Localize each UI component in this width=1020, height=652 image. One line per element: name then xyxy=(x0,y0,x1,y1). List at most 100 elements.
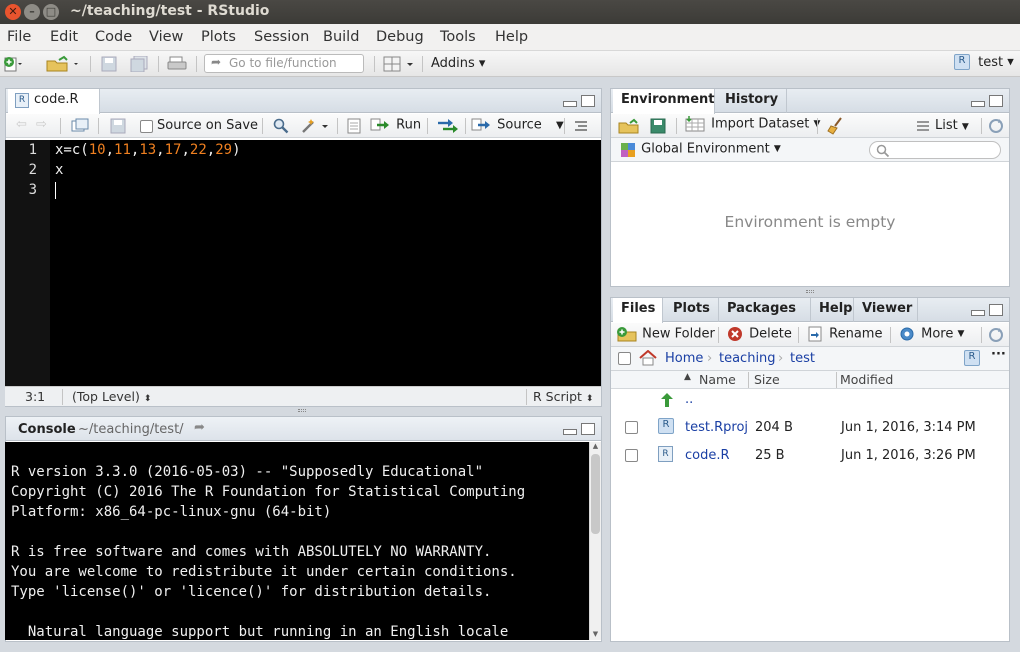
menu-plots[interactable]: Plots xyxy=(201,29,236,45)
code-line-2: x xyxy=(55,162,64,178)
column-size[interactable]: Size xyxy=(754,372,780,387)
menu-code[interactable]: Code xyxy=(95,29,132,45)
table-row[interactable]: R code.R 25 B Jun 1, 2016, 3:26 PM xyxy=(612,445,1009,473)
workspace-panes-icon[interactable] xyxy=(383,55,417,73)
more-menu-button[interactable]: More ▼ xyxy=(899,326,964,342)
go-to-directory-icon[interactable]: ➦ xyxy=(194,420,205,435)
filetype-selector[interactable]: R Script ⬍ xyxy=(533,389,593,404)
minimize-pane-icon[interactable] xyxy=(563,101,577,107)
menu-build[interactable]: Build xyxy=(323,29,359,45)
menu-help[interactable]: Help xyxy=(495,29,528,45)
code-editor[interactable]: 1 2 3 x=c(10,11,13,17,22,29) x xyxy=(5,140,601,387)
new-folder-button[interactable]: New Folder xyxy=(616,326,715,342)
row-checkbox[interactable] xyxy=(625,421,638,434)
tab-history[interactable]: History xyxy=(717,89,787,113)
menu-file[interactable]: File xyxy=(7,29,31,45)
source-button[interactable]: Source ▼ xyxy=(471,116,564,136)
list-view-selector[interactable]: List ▼ xyxy=(935,118,969,133)
new-file-icon[interactable] xyxy=(2,55,24,73)
open-file-icon[interactable] xyxy=(45,55,81,73)
menu-tools[interactable]: Tools xyxy=(440,29,476,45)
show-in-window-icon[interactable] xyxy=(70,117,90,135)
scrollbar-thumb[interactable] xyxy=(591,454,600,534)
pane-splitter-grip[interactable] xyxy=(298,409,306,412)
project-icon: R xyxy=(954,54,970,70)
more-path-icon[interactable]: ··· xyxy=(991,347,1006,362)
goto-file-input[interactable]: ➦ Go to file/function xyxy=(204,54,364,73)
minimize-pane-icon[interactable] xyxy=(971,101,985,107)
save-file-icon[interactable] xyxy=(109,118,127,134)
save-workspace-icon[interactable] xyxy=(649,118,667,134)
clear-workspace-broom-icon[interactable] xyxy=(826,117,846,135)
scroll-down-icon[interactable]: ▼ xyxy=(590,630,601,640)
environment-tabbar: Environment History xyxy=(611,89,1009,114)
row-checkbox[interactable] xyxy=(625,449,638,462)
menu-debug[interactable]: Debug xyxy=(376,29,424,45)
file-name-link[interactable]: code.R xyxy=(685,448,730,463)
tab-environment[interactable]: Environment xyxy=(613,89,715,114)
document-outline-icon[interactable] xyxy=(572,117,590,135)
import-dataset-button[interactable]: Import Dataset ▼ xyxy=(685,116,820,136)
minimize-window-icon[interactable]: – xyxy=(24,4,40,20)
close-window-icon[interactable]: ✕ xyxy=(5,4,21,20)
maximize-pane-icon[interactable] xyxy=(989,304,1003,316)
menu-view[interactable]: View xyxy=(149,29,183,45)
rename-button[interactable]: Rename xyxy=(807,326,882,342)
minimize-pane-icon[interactable] xyxy=(563,429,577,435)
parent-directory-link[interactable]: .. xyxy=(685,392,693,407)
scope-selector[interactable]: (Top Level) ⬍ xyxy=(72,389,151,404)
breadcrumb-teaching[interactable]: teaching xyxy=(719,351,776,366)
addins-button[interactable]: Addins ▾ xyxy=(431,56,485,71)
tab-help[interactable]: Help xyxy=(811,298,854,322)
tab-files[interactable]: Files xyxy=(613,298,663,323)
rerun-icon[interactable] xyxy=(434,117,460,135)
save-all-icon[interactable] xyxy=(130,55,150,73)
tab-viewer[interactable]: Viewer xyxy=(854,298,918,322)
environment-toolbar: Import Dataset ▼ List ▼ xyxy=(611,114,1009,138)
column-name[interactable]: Name xyxy=(699,372,736,387)
scroll-up-icon[interactable]: ▲ xyxy=(590,442,601,452)
refresh-icon[interactable] xyxy=(987,117,1005,135)
tab-packages[interactable]: Packages xyxy=(719,298,811,322)
maximize-pane-icon[interactable] xyxy=(581,423,595,435)
environment-search-input[interactable] xyxy=(869,141,1001,159)
file-name-link[interactable]: test.Rproj xyxy=(685,420,748,435)
minimize-pane-icon[interactable] xyxy=(971,310,985,316)
breadcrumb-home[interactable]: Home xyxy=(665,351,703,366)
list-item-parent-directory[interactable]: .. xyxy=(612,390,1009,418)
run-button[interactable]: Run xyxy=(370,116,421,136)
global-environment-selector[interactable]: Global Environment ▼ xyxy=(619,141,781,157)
maximize-pane-icon[interactable] xyxy=(989,95,1003,107)
console-output[interactable]: R version 3.3.0 (2016-05-03) -- "Suppose… xyxy=(5,442,589,640)
source-dropdown-icon[interactable]: ▼ xyxy=(556,120,564,131)
menu-edit[interactable]: Edit xyxy=(50,29,78,45)
up-arrow-icon xyxy=(661,393,673,407)
breadcrumb-test[interactable]: test xyxy=(790,351,815,366)
pane-splitter-grip[interactable] xyxy=(806,290,814,293)
project-menu[interactable]: R test ▾ xyxy=(954,54,1014,70)
maximize-window-icon[interactable]: □ xyxy=(43,4,59,20)
forward-icon[interactable]: ⇨ xyxy=(36,117,47,132)
tab-plots[interactable]: Plots xyxy=(665,298,719,322)
load-workspace-icon[interactable] xyxy=(617,117,641,135)
find-replace-icon[interactable] xyxy=(272,117,290,135)
column-modified[interactable]: Modified xyxy=(840,372,893,387)
console-scrollbar[interactable]: ▲ ▼ xyxy=(589,442,601,640)
code-tools-icon[interactable] xyxy=(300,117,330,135)
search-icon xyxy=(876,144,890,158)
go-to-project-dir-icon[interactable]: R xyxy=(964,350,980,366)
menu-session[interactable]: Session xyxy=(254,29,309,45)
table-row[interactable]: R test.Rproj 204 B Jun 1, 2016, 3:14 PM xyxy=(612,417,1009,445)
print-icon[interactable] xyxy=(166,55,188,73)
back-icon[interactable]: ⇦ xyxy=(16,117,27,132)
refresh-files-icon[interactable] xyxy=(987,326,1005,344)
tab-code-r[interactable]: R code.R ✕ xyxy=(8,89,100,129)
select-all-checkbox[interactable] xyxy=(618,352,631,365)
source-on-save-checkbox[interactable] xyxy=(140,120,153,133)
delete-button[interactable]: Delete xyxy=(727,326,792,342)
home-icon[interactable] xyxy=(639,350,657,366)
maximize-pane-icon[interactable] xyxy=(581,95,595,107)
console-title: Console xyxy=(18,422,76,437)
save-icon[interactable] xyxy=(100,55,118,73)
compile-report-icon[interactable] xyxy=(345,117,363,135)
